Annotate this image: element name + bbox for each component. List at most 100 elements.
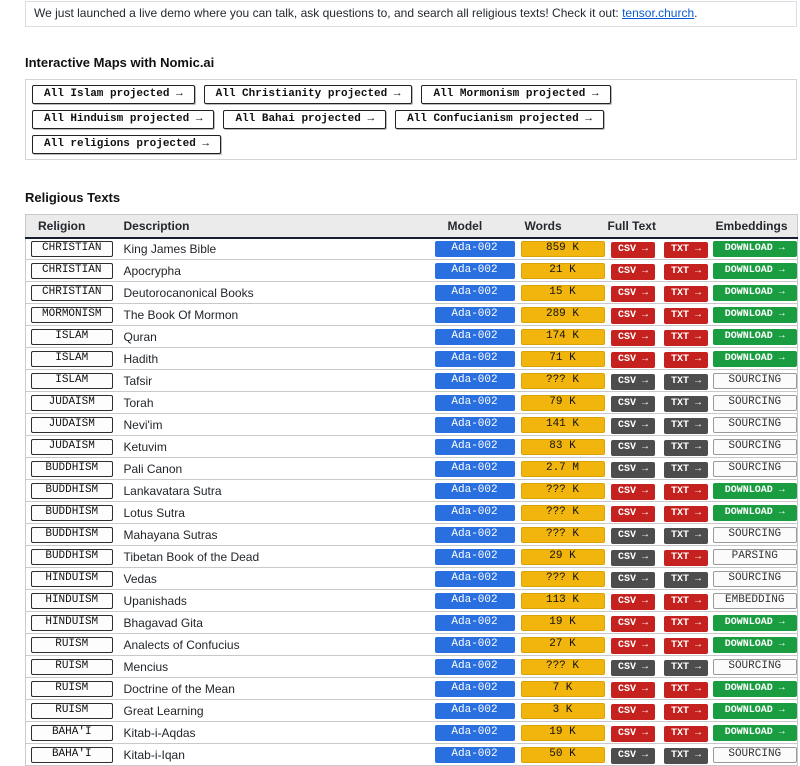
embeddings-download-button[interactable]: DOWNLOAD → — [713, 263, 797, 279]
religion-badge: MORMONISM — [31, 307, 113, 323]
model-badge: Ada-002 — [435, 681, 515, 697]
txt-download-button: TXT → — [664, 748, 708, 764]
table-row: ISLAMQuranAda-002174 KCSV →TXT →DOWNLOAD… — [26, 326, 798, 348]
embeddings-download-button[interactable]: DOWNLOAD → — [713, 483, 797, 499]
txt-download-button[interactable]: TXT → — [664, 264, 708, 280]
word-count-badge: 83 K — [521, 439, 605, 455]
embeddings-download-button[interactable]: DOWNLOAD → — [713, 351, 797, 367]
txt-download-button[interactable]: TXT → — [664, 286, 708, 302]
txt-download-button[interactable]: TXT → — [664, 704, 708, 720]
map-button[interactable]: All Hinduism projected → — [32, 110, 214, 129]
map-button[interactable]: All Mormonism projected → — [421, 85, 610, 104]
description-cell: Deutorocanonical Books — [118, 282, 431, 304]
embeddings-download-button[interactable]: DOWNLOAD → — [713, 505, 797, 521]
txt-download-button: TXT → — [664, 374, 708, 390]
map-button[interactable]: All Bahai projected → — [223, 110, 386, 129]
banner-text-end: . — [694, 6, 697, 20]
embeddings-status-badge: SOURCING — [713, 659, 797, 675]
word-count-badge: ??? K — [521, 571, 605, 587]
model-badge: Ada-002 — [435, 395, 515, 411]
csv-download-button[interactable]: CSV → — [611, 506, 655, 522]
embeddings-download-button[interactable]: DOWNLOAD → — [713, 307, 797, 323]
embeddings-status-badge: SOURCING — [713, 527, 797, 543]
txt-download-button[interactable]: TXT → — [664, 330, 708, 346]
csv-download-button[interactable]: CSV → — [611, 286, 655, 302]
txt-download-button: TXT → — [664, 528, 708, 544]
embeddings-download-button[interactable]: DOWNLOAD → — [713, 637, 797, 653]
column-header-model: Model — [431, 215, 519, 238]
csv-download-button[interactable]: CSV → — [611, 594, 655, 610]
txt-download-button[interactable]: TXT → — [664, 242, 708, 258]
embeddings-download-button[interactable]: DOWNLOAD → — [713, 329, 797, 345]
csv-download-button[interactable]: CSV → — [611, 308, 655, 324]
csv-download-button[interactable]: CSV → — [611, 242, 655, 258]
csv-download-button[interactable]: CSV → — [611, 704, 655, 720]
banner-text: We just launched a live demo where you c… — [34, 6, 622, 20]
model-badge: Ada-002 — [435, 373, 515, 389]
csv-download-button[interactable]: CSV → — [611, 330, 655, 346]
map-button[interactable]: All Christianity projected → — [204, 85, 413, 104]
column-header-embeddings: Embeddings — [713, 215, 798, 238]
txt-download-button[interactable]: TXT → — [664, 308, 708, 324]
description-cell: Mahayana Sutras — [118, 524, 431, 546]
table-row: RUISMMenciusAda-002??? KCSV →TXT →SOURCI… — [26, 656, 798, 678]
description-cell: Vedas — [118, 568, 431, 590]
txt-download-button[interactable]: TXT → — [664, 550, 708, 566]
table-row: RUISMGreat LearningAda-0023 KCSV →TXT →D… — [26, 700, 798, 722]
model-badge: Ada-002 — [435, 439, 515, 455]
religion-badge: BUDDHISM — [31, 483, 113, 499]
txt-download-button[interactable]: TXT → — [664, 638, 708, 654]
table-row: BAHA'IKitab-i-AqdasAda-00219 KCSV →TXT →… — [26, 722, 798, 744]
txt-download-button[interactable]: TXT → — [664, 594, 708, 610]
table-row: JUDAISMNevi'imAda-002141 KCSV →TXT →SOUR… — [26, 414, 798, 436]
religion-badge: RUISM — [31, 637, 113, 653]
model-badge: Ada-002 — [435, 527, 515, 543]
word-count-badge: ??? K — [521, 505, 605, 521]
description-cell: Upanishads — [118, 590, 431, 612]
txt-download-button[interactable]: TXT → — [664, 682, 708, 698]
csv-download-button: CSV → — [611, 374, 655, 390]
embeddings-download-button[interactable]: DOWNLOAD → — [713, 241, 797, 257]
description-cell: Bhagavad Gita — [118, 612, 431, 634]
word-count-badge: 79 K — [521, 395, 605, 411]
txt-download-button[interactable]: TXT → — [664, 506, 708, 522]
embeddings-download-button[interactable]: DOWNLOAD → — [713, 681, 797, 697]
txt-download-button: TXT → — [664, 440, 708, 456]
description-cell: The Book Of Mormon — [118, 304, 431, 326]
embeddings-download-button[interactable]: DOWNLOAD → — [713, 285, 797, 301]
model-badge: Ada-002 — [435, 747, 515, 763]
description-cell: Lankavatara Sutra — [118, 480, 431, 502]
csv-download-button[interactable]: CSV → — [611, 726, 655, 742]
embeddings-status-badge: PARSING — [713, 549, 797, 565]
txt-download-button[interactable]: TXT → — [664, 352, 708, 368]
model-badge: Ada-002 — [435, 307, 515, 323]
csv-download-button[interactable]: CSV → — [611, 484, 655, 500]
embeddings-download-button[interactable]: DOWNLOAD → — [713, 615, 797, 631]
csv-download-button[interactable]: CSV → — [611, 638, 655, 654]
csv-download-button: CSV → — [611, 462, 655, 478]
religion-badge: JUDAISM — [31, 395, 113, 411]
embeddings-download-button[interactable]: DOWNLOAD → — [713, 725, 797, 741]
word-count-badge: ??? K — [521, 659, 605, 675]
txt-download-button[interactable]: TXT → — [664, 616, 708, 632]
religion-badge: BUDDHISM — [31, 549, 113, 565]
csv-download-button[interactable]: CSV → — [611, 352, 655, 368]
tensor-church-link[interactable]: tensor.church — [622, 6, 694, 20]
religion-badge: ISLAM — [31, 373, 113, 389]
csv-download-button[interactable]: CSV → — [611, 682, 655, 698]
map-button[interactable]: All religions projected → — [32, 135, 221, 154]
model-badge: Ada-002 — [435, 549, 515, 565]
txt-download-button[interactable]: TXT → — [664, 726, 708, 742]
word-count-badge: 3 K — [521, 703, 605, 719]
table-row: BUDDHISMLotus SutraAda-002??? KCSV →TXT … — [26, 502, 798, 524]
description-cell: Quran — [118, 326, 431, 348]
csv-download-button[interactable]: CSV → — [611, 264, 655, 280]
description-cell: Kitab-i-Aqdas — [118, 722, 431, 744]
csv-download-button[interactable]: CSV → — [611, 616, 655, 632]
religion-badge: RUISM — [31, 703, 113, 719]
embeddings-download-button[interactable]: DOWNLOAD → — [713, 703, 797, 719]
txt-download-button[interactable]: TXT → — [664, 484, 708, 500]
map-button[interactable]: All Islam projected → — [32, 85, 195, 104]
description-cell: Analects of Confucius — [118, 634, 431, 656]
map-button[interactable]: All Confucianism projected → — [395, 110, 604, 129]
